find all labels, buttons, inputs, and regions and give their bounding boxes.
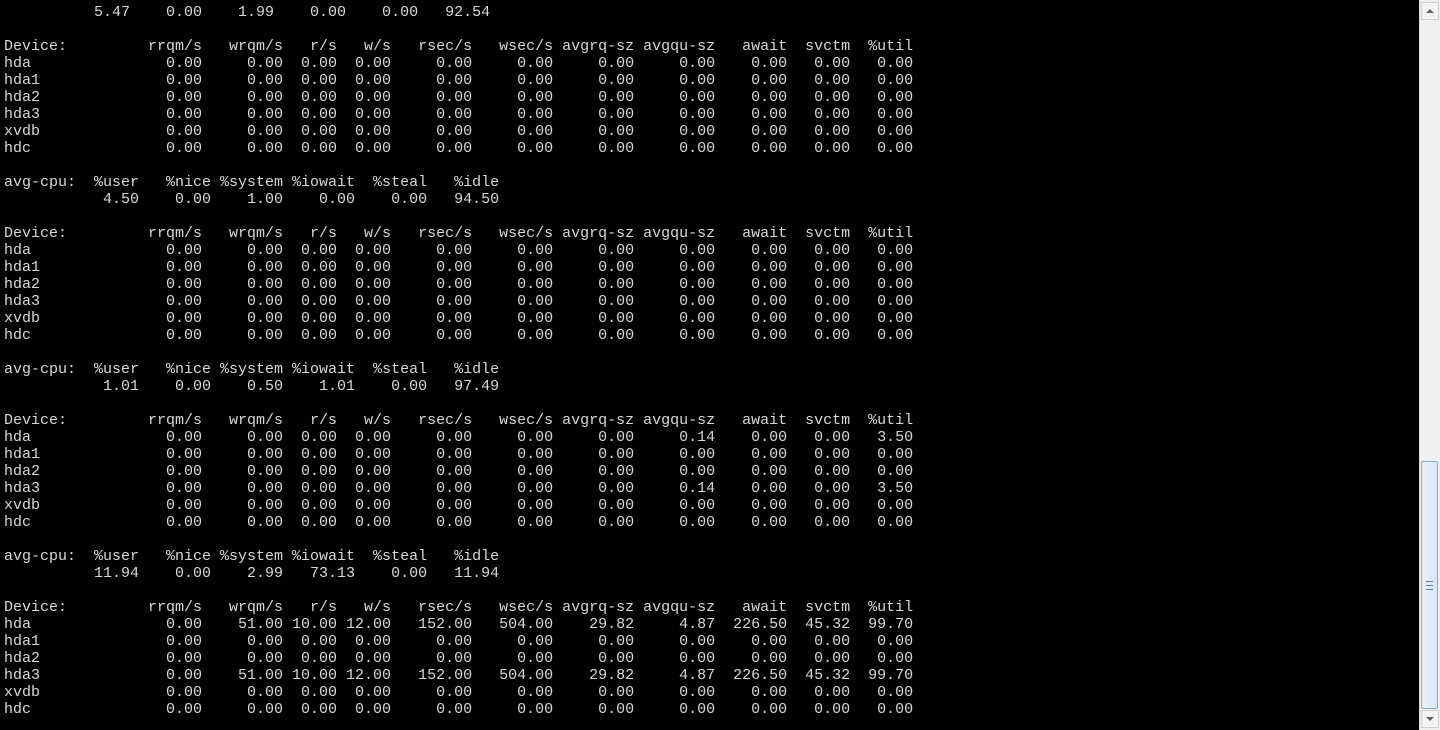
terminal-line: hda3 0.00 0.00 0.00 0.00 0.00 0.00 0.00 … bbox=[4, 293, 914, 310]
vertical-scrollbar[interactable] bbox=[1419, 0, 1440, 730]
scroll-down-arrow-icon bbox=[1426, 717, 1434, 721]
terminal-line: xvdb 0.00 0.00 0.00 0.00 0.00 0.00 0.00 … bbox=[4, 123, 914, 140]
terminal-line: hdc 0.00 0.00 0.00 0.00 0.00 0.00 0.00 0… bbox=[4, 514, 914, 531]
terminal-line: 1.01 0.00 0.50 1.01 0.00 97.49 bbox=[4, 378, 500, 395]
terminal-line: 5.47 0.00 1.99 0.00 0.00 92.54 bbox=[4, 4, 491, 21]
terminal-line: hda 0.00 0.00 0.00 0.00 0.00 0.00 0.00 0… bbox=[4, 242, 914, 259]
terminal-line: hda1 0.00 0.00 0.00 0.00 0.00 0.00 0.00 … bbox=[4, 72, 914, 89]
terminal-line: avg-cpu: %user %nice %system %iowait %st… bbox=[4, 361, 500, 378]
terminal-line: hda1 0.00 0.00 0.00 0.00 0.00 0.00 0.00 … bbox=[4, 633, 914, 650]
terminal-line: xvdb 0.00 0.00 0.00 0.00 0.00 0.00 0.00 … bbox=[4, 310, 914, 327]
terminal-line: Device: rrqm/s wrqm/s r/s w/s rsec/s wse… bbox=[4, 225, 914, 242]
terminal-line: hda3 0.00 51.00 10.00 12.00 152.00 504.0… bbox=[4, 667, 914, 684]
terminal-line: hda2 0.00 0.00 0.00 0.00 0.00 0.00 0.00 … bbox=[4, 650, 914, 667]
terminal-line: hdc 0.00 0.00 0.00 0.00 0.00 0.00 0.00 0… bbox=[4, 140, 914, 157]
terminal-line: xvdb 0.00 0.00 0.00 0.00 0.00 0.00 0.00 … bbox=[4, 497, 914, 514]
terminal-output: 5.47 0.00 1.99 0.00 0.00 92.54 Device: rr… bbox=[4, 4, 913, 718]
terminal-line: 11.94 0.00 2.99 73.13 0.00 11.94 bbox=[4, 565, 500, 582]
terminal-window[interactable]: 5.47 0.00 1.99 0.00 0.00 92.54 Device: rr… bbox=[0, 0, 1419, 730]
terminal-line: Device: rrqm/s wrqm/s r/s w/s rsec/s wse… bbox=[4, 412, 914, 429]
terminal-line: hda2 0.00 0.00 0.00 0.00 0.00 0.00 0.00 … bbox=[4, 463, 914, 480]
scrollbar-track[interactable] bbox=[1420, 21, 1440, 709]
terminal-line: hda2 0.00 0.00 0.00 0.00 0.00 0.00 0.00 … bbox=[4, 276, 914, 293]
scroll-down-button[interactable] bbox=[1421, 710, 1439, 728]
scrollbar-grip-icon bbox=[1426, 580, 1433, 590]
terminal-line: hda 0.00 0.00 0.00 0.00 0.00 0.00 0.00 0… bbox=[4, 429, 914, 446]
scroll-up-button[interactable] bbox=[1421, 2, 1439, 20]
terminal-line: Device: rrqm/s wrqm/s r/s w/s rsec/s wse… bbox=[4, 38, 914, 55]
terminal-line: hda 0.00 0.00 0.00 0.00 0.00 0.00 0.00 0… bbox=[4, 55, 914, 72]
terminal-line: 4.50 0.00 1.00 0.00 0.00 94.50 bbox=[4, 191, 500, 208]
terminal-line: hda 0.00 51.00 10.00 12.00 152.00 504.00… bbox=[4, 616, 914, 633]
terminal-line: hda3 0.00 0.00 0.00 0.00 0.00 0.00 0.00 … bbox=[4, 106, 914, 123]
scroll-up-arrow-icon bbox=[1426, 9, 1434, 13]
terminal-line: xvdb 0.00 0.00 0.00 0.00 0.00 0.00 0.00 … bbox=[4, 684, 914, 701]
scrollbar-thumb[interactable] bbox=[1421, 461, 1438, 709]
terminal-line: Device: rrqm/s wrqm/s r/s w/s rsec/s wse… bbox=[4, 599, 914, 616]
terminal-line: hda2 0.00 0.00 0.00 0.00 0.00 0.00 0.00 … bbox=[4, 89, 914, 106]
terminal-line: hda3 0.00 0.00 0.00 0.00 0.00 0.00 0.00 … bbox=[4, 480, 914, 497]
terminal-line: hdc 0.00 0.00 0.00 0.00 0.00 0.00 0.00 0… bbox=[4, 701, 914, 718]
terminal-line: hda1 0.00 0.00 0.00 0.00 0.00 0.00 0.00 … bbox=[4, 446, 914, 463]
terminal-line: avg-cpu: %user %nice %system %iowait %st… bbox=[4, 548, 500, 565]
terminal-line: hda1 0.00 0.00 0.00 0.00 0.00 0.00 0.00 … bbox=[4, 259, 914, 276]
terminal-line: avg-cpu: %user %nice %system %iowait %st… bbox=[4, 174, 500, 191]
terminal-line: hdc 0.00 0.00 0.00 0.00 0.00 0.00 0.00 0… bbox=[4, 327, 914, 344]
